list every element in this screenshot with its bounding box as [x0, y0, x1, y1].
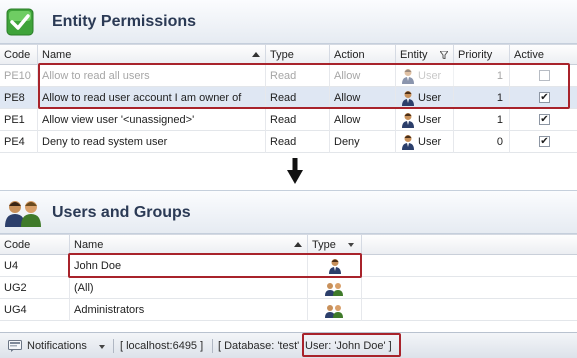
checkmark-icon [6, 8, 34, 36]
active-checkbox[interactable]: ✔ [539, 136, 550, 147]
cell-code: PE8 [0, 87, 38, 109]
notifications-icon [8, 340, 22, 352]
users-panel-header: Users and Groups [0, 190, 577, 234]
column-header-entity-label: Entity [400, 49, 428, 61]
table-row[interactable]: PE10 Allow to read all users Read Allow … [0, 65, 577, 87]
cell-type: Read [266, 131, 330, 153]
status-bar: Notifications [ localhost:6495 ] [ Datab… [0, 332, 577, 358]
user-icon [402, 69, 414, 84]
table-row[interactable]: UG4 Administrators [0, 299, 577, 321]
table-row[interactable]: PE1 Allow view user '<unassigned>' Read … [0, 109, 577, 131]
column-header-entity[interactable]: Entity [396, 45, 454, 65]
user-icon [402, 91, 414, 106]
active-checkbox[interactable]: ✔ [539, 114, 550, 125]
column-header-name[interactable]: Name [70, 235, 308, 255]
cell-name: Allow to read user account I am owner of [38, 87, 266, 109]
group-icon [325, 283, 343, 296]
user-icon [402, 135, 414, 150]
column-header-active[interactable]: Active [510, 45, 577, 65]
cell-entity-label: User [418, 92, 442, 104]
cell-code: PE10 [0, 65, 38, 87]
cell-name: Allow to read all users [38, 65, 266, 87]
filter-icon[interactable] [440, 51, 448, 59]
cell-action: Allow [330, 109, 396, 131]
cell-code: UG2 [0, 277, 70, 299]
cell-name: John Doe [70, 255, 308, 277]
group-icon [325, 305, 343, 318]
active-checkbox[interactable] [539, 70, 550, 81]
column-header-priority[interactable]: Priority [454, 45, 510, 65]
database-status: [ Database: 'test' [218, 340, 300, 352]
table-row[interactable]: PE4 Deny to read system user Read Deny U… [0, 131, 577, 153]
chevron-down-icon[interactable] [99, 345, 105, 349]
users-group-icon [5, 201, 41, 227]
column-header-name-label: Name [42, 49, 72, 61]
cell-code: UG4 [0, 299, 70, 321]
sort-ascending-icon [252, 52, 260, 57]
cell-name: (All) [70, 277, 308, 299]
cell-code: PE1 [0, 109, 38, 131]
cell-name: Allow view user '<unassigned>' [38, 109, 266, 131]
cell-type: Read [266, 109, 330, 131]
cell-priority: 0 [454, 131, 510, 153]
column-header-name-label: Name [74, 239, 104, 251]
cell-type: Read [266, 65, 330, 87]
user-icon [329, 259, 341, 274]
chevron-down-icon [348, 243, 354, 247]
cell-name: Administrators [70, 299, 308, 321]
cell-entity-label: User [418, 136, 442, 148]
cell-code: PE4 [0, 131, 38, 153]
users-panel-title: Users and Groups [52, 204, 191, 221]
permissions-panel-header: Entity Permissions [0, 0, 577, 44]
notifications-button[interactable]: Notifications [27, 333, 87, 358]
column-header-type[interactable]: Type [266, 45, 330, 65]
cell-priority: 1 [454, 109, 510, 131]
status-separator [113, 339, 114, 353]
cell-action: Allow [330, 65, 396, 87]
permissions-panel-title: Entity Permissions [52, 13, 197, 30]
permissions-grid-header: Code Name Type Action Entity Priority Ac… [0, 44, 577, 65]
cell-entity-label: User [418, 114, 442, 126]
table-row[interactable]: UG2 (All) [0, 277, 577, 299]
table-row[interactable]: U4 John Doe [0, 255, 577, 277]
column-header-code[interactable]: Code [0, 45, 38, 65]
cell-entity-label: User [418, 70, 442, 82]
column-header-type-label: Type [312, 239, 336, 251]
cell-type: Read [266, 87, 330, 109]
server-status: [ localhost:6495 ] [120, 340, 204, 352]
cell-action: Allow [330, 87, 396, 109]
arrow-down-icon [287, 158, 303, 184]
column-header-name[interactable]: Name [38, 45, 266, 65]
column-header-type[interactable]: Type [308, 235, 362, 255]
status-separator [212, 339, 213, 353]
active-checkbox[interactable]: ✔ [539, 92, 550, 103]
table-row[interactable]: PE8 Allow to read user account I am owne… [0, 87, 577, 109]
users-grid-header: Code Name Type [0, 234, 577, 255]
user-icon [402, 113, 414, 128]
column-header-code[interactable]: Code [0, 235, 70, 255]
cell-priority: 1 [454, 65, 510, 87]
cell-action: Deny [330, 131, 396, 153]
user-status: User: 'John Doe' ] [305, 340, 392, 352]
cell-priority: 1 [454, 87, 510, 109]
cell-name: Deny to read system user [38, 131, 266, 153]
cell-code: U4 [0, 255, 70, 277]
sort-ascending-icon [294, 242, 302, 247]
column-header-action[interactable]: Action [330, 45, 396, 65]
